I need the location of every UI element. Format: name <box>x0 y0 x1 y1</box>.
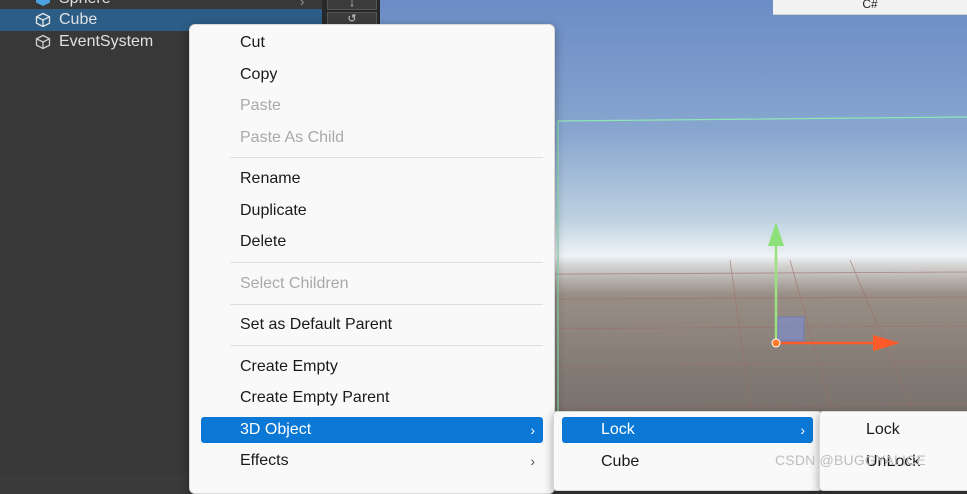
context-menu: Cut Copy Paste Paste As Child Rename Dup… <box>189 24 555 494</box>
menu-item-label: Duplicate <box>240 202 307 219</box>
menu-item-label: Paste As Child <box>240 129 345 146</box>
menu-item-3d-object[interactable]: 3D Object › <box>201 417 543 443</box>
menu-item-label: Effects <box>240 452 289 469</box>
chevron-right-icon: › <box>530 422 535 438</box>
chevron-right-icon: › <box>530 453 535 469</box>
menu-item-label: Cube <box>601 453 640 470</box>
menu-separator <box>230 304 543 305</box>
submenu-lock: Lock UnLock <box>819 411 967 491</box>
menu-item-cut[interactable]: Cut <box>201 30 543 56</box>
menu-item-label: Cut <box>240 34 265 51</box>
chevron-right-icon[interactable]: › <box>300 0 304 9</box>
menu-item-lock[interactable]: Lock › <box>562 417 813 443</box>
menu-item-label: Lock <box>601 421 635 438</box>
hierarchy-item-label: EventSystem <box>59 33 154 50</box>
menu-item-label: Create Empty <box>240 358 338 375</box>
menu-item-label: Rename <box>240 170 301 187</box>
menu-item-label: Paste <box>240 97 281 114</box>
move-tool-button[interactable]: ↓ <box>327 0 377 10</box>
submenu-3d-object: Lock › Cube <box>553 411 822 491</box>
chevron-right-icon: › <box>800 422 805 438</box>
menu-item-label: Lock <box>866 421 900 438</box>
menu-item-paste: Paste <box>201 93 543 119</box>
menu-separator <box>230 345 543 346</box>
hierarchy-item-label: Cube <box>59 11 98 28</box>
watermark: CSDN @BUGGYALICE <box>775 452 926 468</box>
menu-item-paste-as-child: Paste As Child <box>201 125 543 151</box>
menu-item-duplicate[interactable]: Duplicate <box>201 198 543 224</box>
menu-item-delete[interactable]: Delete <box>201 229 543 255</box>
menu-item-label: Select Children <box>240 275 349 292</box>
gameobject-icon <box>35 34 51 50</box>
x-axis-arrow-icon <box>873 335 900 351</box>
menu-item-label: 3D Object <box>240 421 312 438</box>
menu-item-create-empty[interactable]: Create Empty <box>201 354 543 380</box>
menu-item-label: Delete <box>240 233 287 250</box>
gameobject-icon <box>35 12 51 28</box>
menu-item-create-empty-parent[interactable]: Create Empty Parent <box>201 385 543 411</box>
menu-item-copy[interactable]: Copy <box>201 62 543 88</box>
menu-item-rename[interactable]: Rename <box>201 166 543 192</box>
menu-separator <box>230 262 543 263</box>
menu-item-set-default-parent[interactable]: Set as Default Parent <box>201 312 543 338</box>
menu-item-lock-action[interactable]: Lock <box>826 417 967 443</box>
cube-solid-icon <box>36 0 50 6</box>
menu-item-select-children: Select Children <box>201 271 543 297</box>
menu-item-label: Copy <box>240 66 278 83</box>
y-axis-arrow-icon <box>768 222 784 246</box>
menu-item-effects[interactable]: Effects › <box>201 448 543 474</box>
menu-item-label: Set as Default Parent <box>240 316 393 333</box>
menu-item-label: Create Empty Parent <box>240 389 390 406</box>
menu-separator <box>230 157 543 158</box>
